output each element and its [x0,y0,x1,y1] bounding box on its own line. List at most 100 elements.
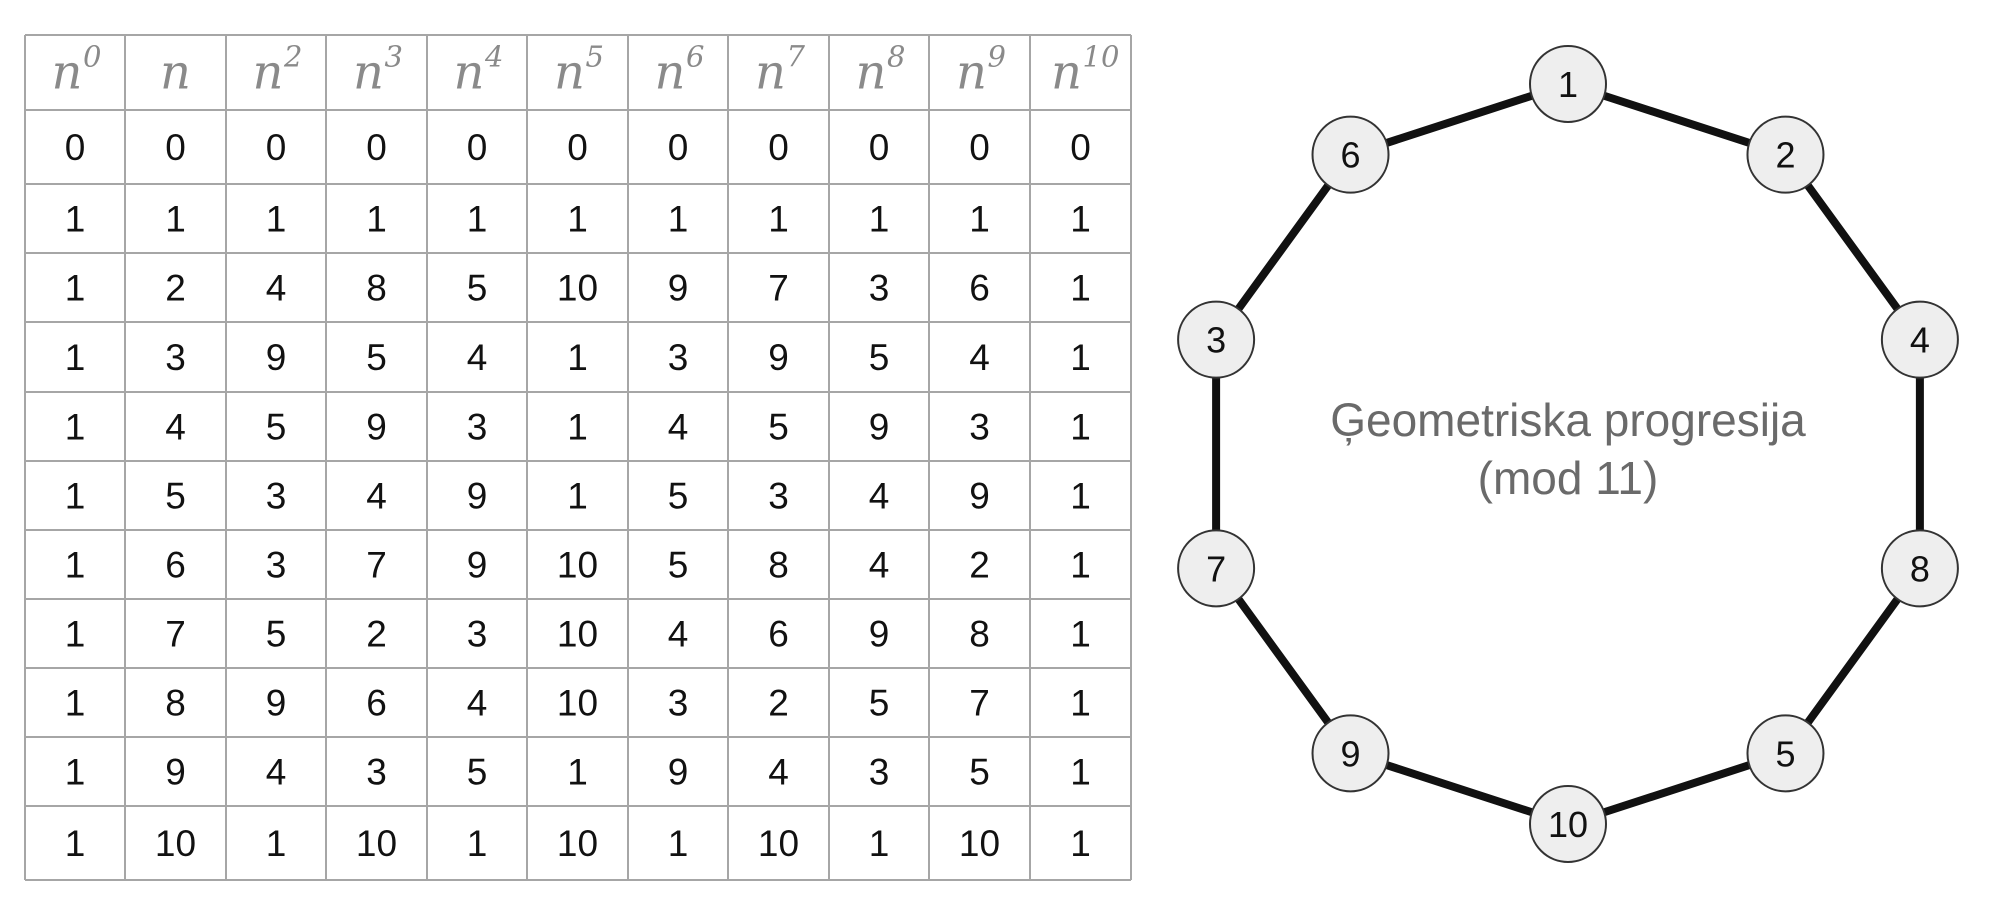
table-row: 1 5 3 4 9 1 5 3 4 9 1 [65,476,1091,517]
table-cell: 2 [969,545,990,586]
power-table: n 0 n n 2 n 3 n 4 n 5 n 6 n 7 n 8 n 9 n 100 0 0 0 0 0 0 0 0 0 01 1 1 1 1 1 1… [24,34,1132,881]
table-row: 1 7 5 2 3 10 4 6 9 8 1 [65,614,1091,655]
cycle-diagram: 1 2 4 8 5 10 9 7 3 6 Ģeometriska progresija (mod … [1177,45,1959,863]
table-cell: 1 [869,199,890,240]
header-exponent: 4 [484,40,503,74]
table-row: 1 1 1 1 1 1 1 1 1 1 1 [65,199,1091,240]
table-cell: 1 [65,199,86,240]
header-base: n [353,45,384,101]
table-cell: 1 [1070,407,1091,448]
table-cell: 10 [557,823,598,864]
table-cell: 8 [768,545,789,586]
cycle-node-label: 1 [1558,64,1578,105]
table-cell: 8 [366,268,387,309]
header-base: n [160,45,191,101]
table-cell: 7 [969,683,990,724]
cycle-node-label: 2 [1775,135,1795,176]
table-cell: 10 [557,268,598,309]
cycle-node: 1 [1529,45,1607,123]
cycle-node: 3 [1177,300,1256,379]
table-cell: 6 [969,268,990,309]
table-cell: 1 [65,407,86,448]
table-row: 1 9 4 3 5 1 9 4 3 5 1 [65,752,1091,793]
header-cell: n8 [856,40,906,101]
cycle-node-label: 10 [1548,804,1588,845]
table-cell: 0 [65,127,86,168]
table-cell: 1 [567,476,588,517]
header-base: n [454,45,485,101]
table-cell: 1 [65,268,86,309]
table-cell: 9 [768,337,789,378]
table-cell: 4 [768,752,789,793]
cycle-node: 2 [1746,115,1825,194]
table-cell: 0 [869,127,890,168]
table-cell: 9 [869,407,890,448]
table-cell: 10 [356,823,397,864]
table-cell: 0 [567,127,588,168]
table-cell: 9 [668,752,689,793]
caption-line-2: (mod 11) [1478,452,1659,504]
table-cell: 5 [366,337,387,378]
header-exponent: 0 [83,40,101,74]
table-cell: 6 [768,614,789,655]
table-cell: 1 [65,545,86,586]
header-exponent: 7 [787,40,806,74]
table-cell: 5 [869,683,890,724]
header-base: n [253,45,284,101]
header-base: n [52,45,83,101]
table-cell: 1 [969,199,990,240]
table-cell: 9 [969,476,990,517]
table-cell: 10 [758,823,799,864]
table-cell: 5 [266,614,287,655]
table-row: 0 0 0 0 0 0 0 0 0 0 0 [65,127,1091,168]
table-cell: 5 [165,476,186,517]
table-cell: 1 [266,199,287,240]
header-cell: n2 [253,40,303,101]
header-cell: n [160,45,191,101]
table-cell: 4 [266,268,287,309]
table-cell: 4 [869,545,890,586]
table-cell: 5 [969,752,990,793]
cycle-node-label: 6 [1341,135,1361,176]
table-cell: 3 [869,752,890,793]
table-cell: 1 [65,337,86,378]
table-cell: 1 [1070,337,1091,378]
table-cell: 10 [557,545,598,586]
table-cell: 10 [557,683,598,724]
header-base: n [755,45,786,101]
table-cell: 1 [668,199,689,240]
table-cell: 3 [266,476,287,517]
table-cell: 3 [969,407,990,448]
caption-line-1: Ģeometriska progresija [1330,394,1806,446]
header-exponent: 8 [887,40,905,74]
table-cell: 1 [266,823,287,864]
cycle-node: 7 [1177,529,1256,608]
table-row: 1 10 1 10 1 10 1 10 1 10 1 [65,823,1091,864]
table-cell: 5 [467,752,488,793]
table-cell: 1 [1070,268,1091,309]
table-cell: 1 [467,823,488,864]
header-exponent: 10 [1083,40,1120,74]
table-cell: 0 [266,127,287,168]
table-cell: 5 [668,545,689,586]
table-row: 1 4 5 9 3 1 4 5 9 3 1 [65,407,1091,448]
table-cell: 4 [668,614,689,655]
table-cell: 1 [1070,614,1091,655]
table-cell: 3 [768,476,789,517]
table-cell: 3 [668,683,689,724]
table-cell: 9 [467,545,488,586]
table-cell: 0 [668,127,689,168]
table-cell: 1 [1070,683,1091,724]
table-row: 13954139541 [65,337,1091,378]
table-cell: 5 [768,407,789,448]
table-cell: 1 [65,752,86,793]
table-cell: 9 [266,337,287,378]
header-base: n [554,45,585,101]
table-cell: 5 [668,476,689,517]
table-cell: 1 [467,199,488,240]
table-cell: 10 [557,614,598,655]
header-base: n [1051,45,1082,101]
table-cell: 5 [266,407,287,448]
table-cell: 3 [467,614,488,655]
header-cell: n7 [755,40,805,101]
